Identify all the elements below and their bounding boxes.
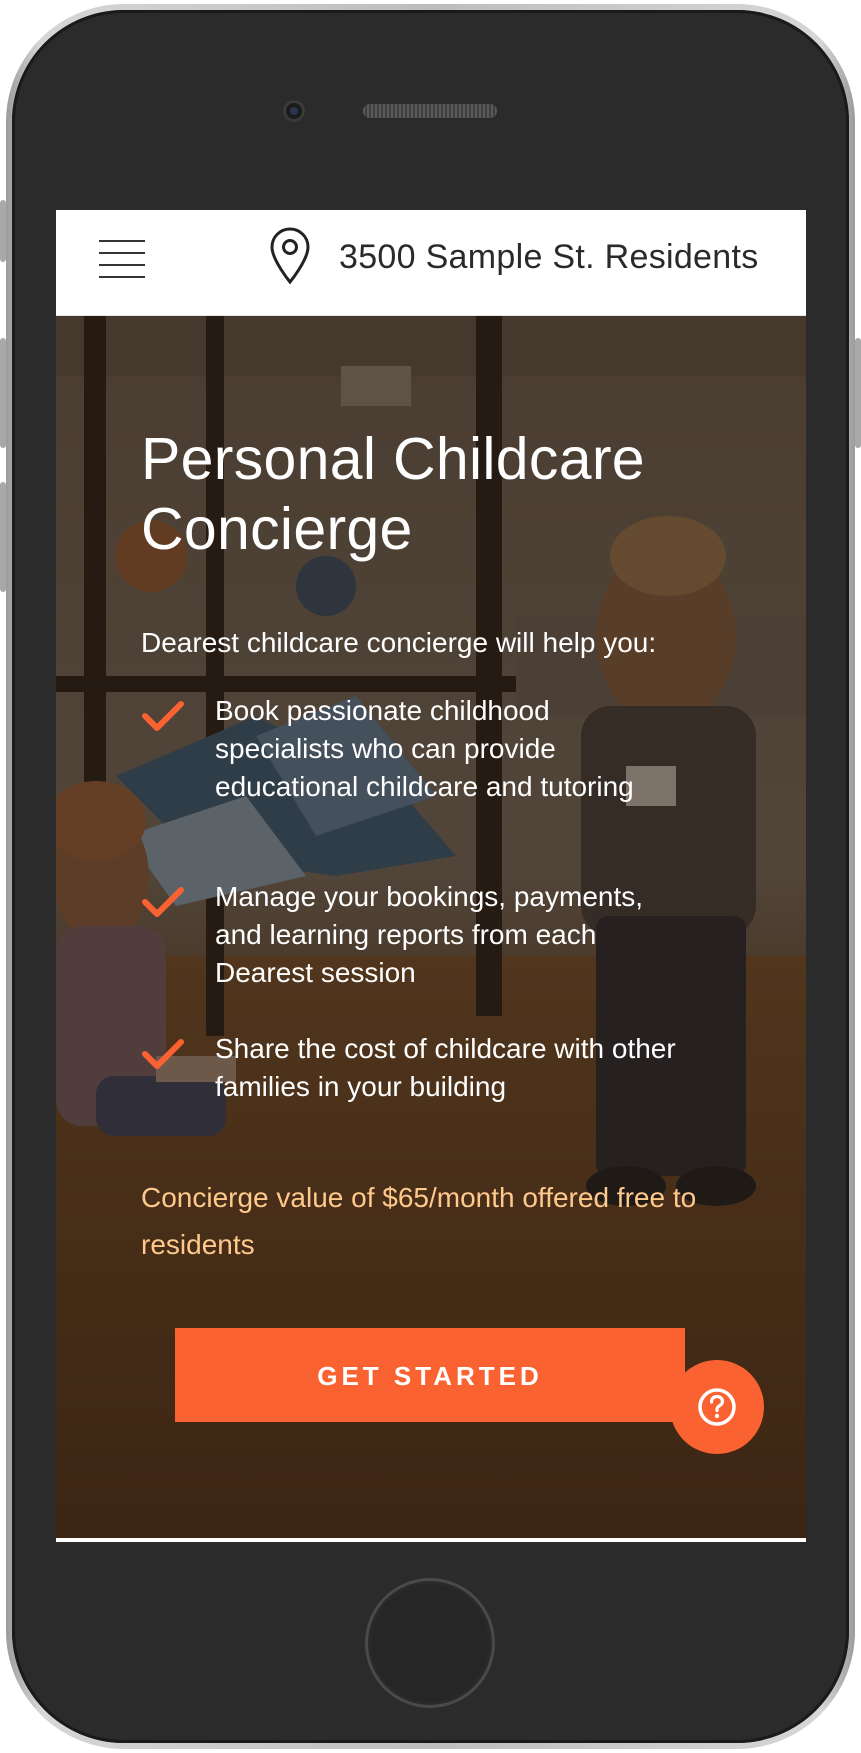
volume-down-button [0,482,6,592]
help-button[interactable] [670,1360,764,1454]
hero-section: Personal Childcare Concierge Dearest chi… [56,316,806,1538]
benefit-text: Share the cost of childcare with other f… [215,1033,676,1102]
hero-title: Personal Childcare Concierge [141,426,645,562]
benefit-text: Manage your bookings, payments, and lear… [215,881,644,988]
earpiece-speaker [363,104,497,118]
location-label[interactable]: 3500 Sample St. Residents [339,238,759,277]
get-started-button[interactable]: GET STARTED [175,1328,685,1422]
benefit-text: Book passionate childhood specialists wh… [215,695,634,802]
app-screen: 3500 Sample St. Residents Personal Child… [56,210,806,1542]
checkmark-icon [142,1039,184,1069]
screen-bottom-edge [56,1538,806,1542]
offer-text: Concierge value of $65/month offered fre… [141,1182,697,1260]
checkmark-icon [142,701,184,731]
hamburger-menu-icon[interactable] [99,238,145,284]
volume-up-button [0,338,6,448]
map-pin-icon [270,227,310,285]
home-button[interactable] [365,1578,495,1708]
mute-switch [0,200,6,262]
question-mark-icon [698,1388,736,1426]
checkmark-icon [142,887,184,917]
hero-intro: Dearest childcare concierge will help yo… [141,627,657,658]
front-camera [283,100,305,122]
power-button [855,338,861,448]
top-navigation-bar: 3500 Sample St. Residents [56,210,806,316]
